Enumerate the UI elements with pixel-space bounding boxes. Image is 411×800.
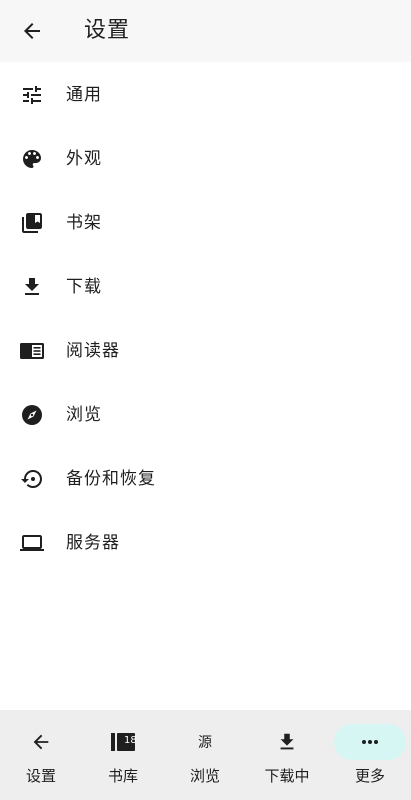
settings-item-label: 外观 — [66, 149, 102, 169]
download-icon — [258, 727, 316, 757]
page-title: 设置 — [84, 18, 131, 43]
browse-icon: 源 — [176, 727, 234, 757]
settings-item-label: 服务器 — [66, 533, 120, 553]
compass-icon — [19, 402, 45, 428]
browse-icon-text: 源 — [198, 735, 212, 751]
settings-item-label: 通用 — [66, 85, 102, 105]
back-arrow-icon — [12, 727, 70, 757]
settings-item-label: 浏览 — [66, 405, 102, 425]
palette-icon — [19, 146, 45, 172]
app-bar: 设置 — [0, 0, 411, 62]
bottom-navigation: 设置 18 书库 源 浏览 下载中 更多 — [0, 710, 411, 800]
settings-item-bookshelf[interactable]: 书架 — [0, 190, 411, 254]
settings-item-label: 下载 — [66, 277, 102, 297]
more-icon — [334, 724, 406, 760]
nav-downloading[interactable]: 下载中 — [246, 710, 328, 800]
settings-item-appearance[interactable]: 外观 — [0, 126, 411, 190]
library-icon: 18 — [94, 727, 152, 757]
settings-item-label: 备份和恢复 — [66, 469, 156, 489]
arrow-back-icon — [24, 23, 40, 39]
settings-list: 通用 外观 书架 下载 阅读器 浏览 备份和恢复 服务器 — [0, 62, 411, 574]
settings-item-backup[interactable]: 备份和恢复 — [0, 446, 411, 510]
nav-label: 下载中 — [264, 767, 310, 785]
reader-icon — [19, 338, 45, 364]
settings-item-server[interactable]: 服务器 — [0, 510, 411, 574]
nav-label: 浏览 — [189, 767, 220, 785]
nav-library[interactable]: 18 书库 — [82, 710, 164, 800]
settings-item-browse[interactable]: 浏览 — [0, 382, 411, 446]
nav-label: 书库 — [107, 767, 138, 785]
settings-item-general[interactable]: 通用 — [0, 62, 411, 126]
laptop-icon — [19, 530, 45, 556]
settings-item-label: 书架 — [66, 213, 102, 233]
download-icon — [19, 274, 45, 300]
nav-more[interactable]: 更多 — [329, 710, 411, 800]
settings-item-reader[interactable]: 阅读器 — [0, 318, 411, 382]
bookshelf-icon — [19, 210, 45, 236]
restore-icon — [19, 466, 45, 492]
library-icon-badge: 18 — [124, 735, 137, 746]
nav-browse[interactable]: 源 浏览 — [164, 710, 246, 800]
nav-label: 更多 — [354, 767, 385, 785]
nav-label: 设置 — [25, 767, 56, 785]
tune-icon — [19, 82, 45, 108]
settings-item-download[interactable]: 下载 — [0, 254, 411, 318]
back-button[interactable] — [12, 11, 52, 51]
nav-settings[interactable]: 设置 — [0, 710, 82, 800]
settings-item-label: 阅读器 — [66, 341, 120, 361]
